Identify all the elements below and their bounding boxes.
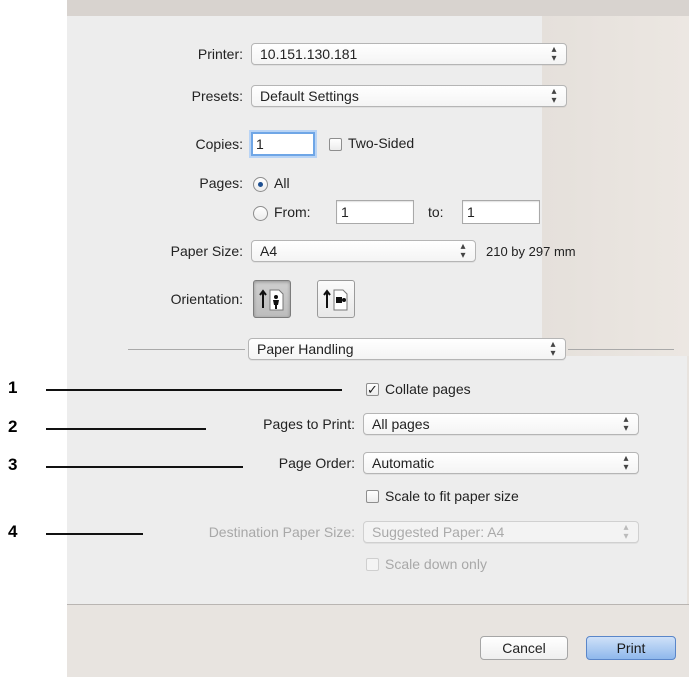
scale-to-fit-checkbox[interactable] xyxy=(366,490,379,503)
checkmark-icon: ✓ xyxy=(367,382,378,397)
section-divider-right xyxy=(568,349,674,350)
two-sided-label: Two-Sided xyxy=(348,135,415,151)
pages-from-field[interactable]: 1 xyxy=(336,200,414,224)
section-popup-value: Paper Handling xyxy=(257,341,354,357)
printer-label: Printer: xyxy=(197,46,243,62)
collate-label: Collate pages xyxy=(385,381,471,397)
pages-all-label: All xyxy=(274,175,290,191)
popup-arrows-icon: ▴ ▾ xyxy=(623,522,629,542)
pages-to-label: to: xyxy=(428,204,444,220)
popup-arrows-icon: ▴ ▾ xyxy=(623,453,629,473)
callout-line xyxy=(46,389,342,391)
collate-checkbox[interactable]: ✓ xyxy=(366,383,379,396)
popup-arrows-icon: ▴ ▾ xyxy=(551,86,557,106)
two-sided-checkbox[interactable] xyxy=(329,138,342,151)
printer-popup[interactable]: 10.151.130.181 ▴ ▾ xyxy=(251,43,567,65)
page-order-label: Page Order: xyxy=(278,455,355,471)
presets-popup[interactable]: Default Settings ▴ ▾ xyxy=(251,85,567,107)
pages-to-field[interactable]: 1 xyxy=(462,200,540,224)
portrait-orientation-button[interactable] xyxy=(253,280,291,318)
landscape-orientation-button[interactable] xyxy=(317,280,355,318)
pages-to-print-label: Pages to Print: xyxy=(263,416,355,432)
print-button[interactable]: Print xyxy=(586,636,676,660)
destination-paper-size-value: Suggested Paper: A4 xyxy=(372,524,505,540)
destination-paper-size-popup[interactable]: Suggested Paper: A4 ▴ ▾ xyxy=(363,521,639,543)
pages-to-print-popup[interactable]: All pages ▴ ▾ xyxy=(363,413,639,435)
pages-from-radio[interactable] xyxy=(253,206,268,221)
paper-size-popup[interactable]: A4 ▴ ▾ xyxy=(251,240,476,262)
copies-label: Copies: xyxy=(195,136,243,152)
scale-to-fit-label: Scale to fit paper size xyxy=(385,488,519,504)
portrait-icon xyxy=(259,289,284,311)
paper-size-value: A4 xyxy=(260,243,278,259)
popup-arrows-icon: ▴ ▾ xyxy=(550,339,556,359)
pages-to-print-value: All pages xyxy=(372,416,430,432)
orientation-label: Orientation: xyxy=(170,291,243,307)
scale-down-only-label: Scale down only xyxy=(385,556,487,572)
copies-field[interactable]: 1 xyxy=(251,132,315,156)
page-order-popup[interactable]: Automatic ▴ ▾ xyxy=(363,452,639,474)
pages-label: Pages: xyxy=(199,175,243,191)
section-divider-left xyxy=(128,349,245,350)
popup-arrows-icon: ▴ ▾ xyxy=(551,44,557,64)
popup-arrows-icon: ▴ ▾ xyxy=(460,241,466,261)
pages-from-label: From: xyxy=(274,204,311,220)
dialog-edge xyxy=(542,16,689,356)
callout-number: 2 xyxy=(8,417,18,436)
presets-value: Default Settings xyxy=(260,88,359,104)
callout-line xyxy=(46,533,143,535)
destination-paper-size-label: Destination Paper Size: xyxy=(208,524,355,540)
section-popup[interactable]: Paper Handling ▴ ▾ xyxy=(248,338,566,360)
callout-number: 3 xyxy=(8,455,18,474)
callout-line xyxy=(46,466,243,468)
scale-down-only-checkbox[interactable] xyxy=(366,558,379,571)
paper-size-label: Paper Size: xyxy=(170,243,243,259)
callout-line xyxy=(46,428,206,430)
callout-number: 4 xyxy=(8,522,18,541)
callout-number: 1 xyxy=(8,378,18,397)
page-order-value: Automatic xyxy=(372,455,435,471)
paper-dimensions: 210 by 297 mm xyxy=(486,244,576,259)
printer-value: 10.151.130.181 xyxy=(260,46,358,62)
pages-all-radio[interactable] xyxy=(253,177,268,192)
presets-label: Presets: xyxy=(191,88,243,104)
landscape-icon xyxy=(323,289,348,311)
cancel-button[interactable]: Cancel xyxy=(480,636,568,660)
popup-arrows-icon: ▴ ▾ xyxy=(623,414,629,434)
